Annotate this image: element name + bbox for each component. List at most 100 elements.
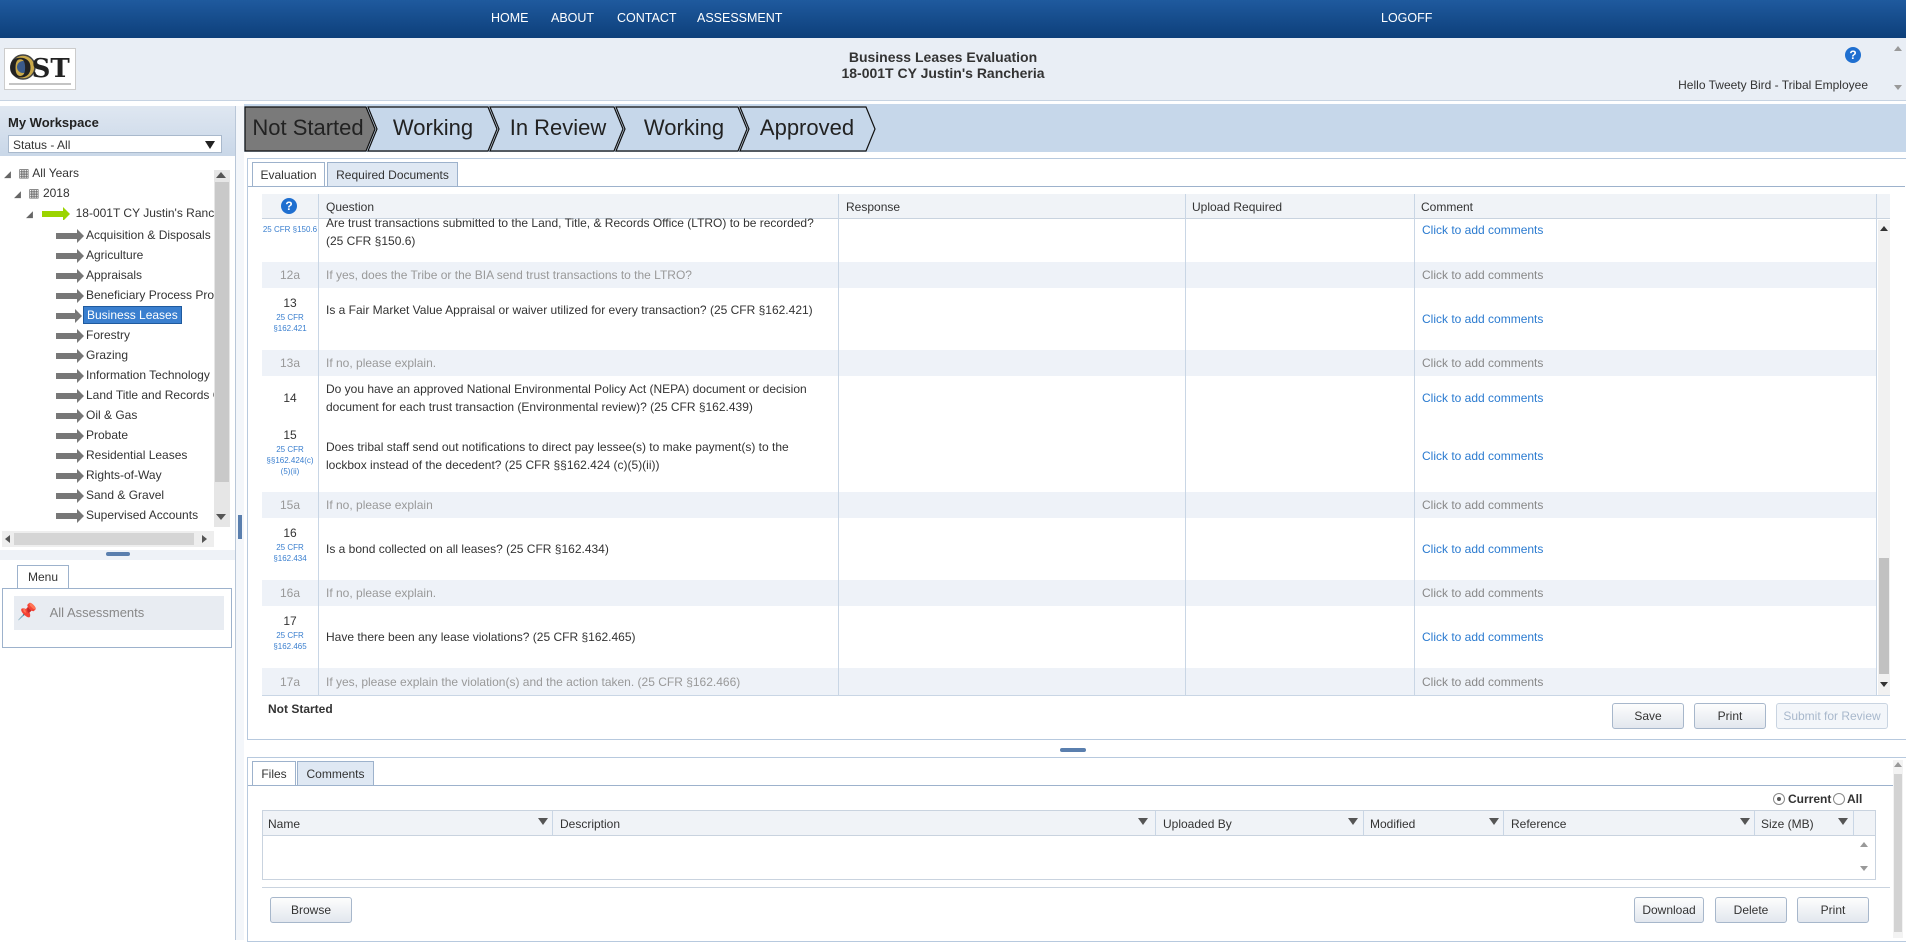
tree-item-information-technology[interactable]: Information Technology — [56, 366, 210, 384]
add-comment-link[interactable]: Click to add comments — [1422, 268, 1543, 282]
tree-node-assessment[interactable]: ◢ 18-001T CY Justin's Ranch — [26, 206, 214, 220]
help-icon[interactable]: ? — [1845, 47, 1861, 63]
scroll-left-icon[interactable] — [5, 535, 10, 543]
add-comment-link[interactable]: Click to add comments — [1422, 391, 1543, 405]
files-column-reference[interactable]: Reference — [1511, 817, 1566, 831]
add-comment-link[interactable]: Click to add comments — [1422, 449, 1543, 463]
tree-item-probate[interactable]: Probate — [56, 426, 128, 444]
scroll-right-icon[interactable] — [202, 535, 207, 543]
tree-vertical-scrollbar[interactable] — [214, 170, 230, 527]
tree-item-supervised-accounts[interactable]: Supervised Accounts — [56, 506, 198, 524]
tab-required-documents[interactable]: Required Documents — [327, 162, 458, 187]
filter-icon[interactable] — [538, 818, 548, 825]
save-button[interactable]: Save — [1612, 703, 1684, 729]
print-button[interactable]: Print — [1694, 703, 1766, 729]
tree-item-agriculture[interactable]: Agriculture — [56, 246, 143, 264]
grid-vertical-scrollbar[interactable] — [1878, 220, 1890, 695]
column-divider — [1363, 811, 1364, 835]
files-column-size[interactable]: Size (MB) — [1761, 817, 1814, 831]
filter-icon[interactable] — [1838, 818, 1848, 825]
filter-icon[interactable] — [1348, 818, 1358, 825]
step-working-2: Working — [643, 115, 725, 140]
column-header-question[interactable]: Question — [326, 200, 374, 214]
filter-icon[interactable] — [1740, 818, 1750, 825]
files-column-name[interactable]: Name — [268, 817, 300, 831]
tree-horizontal-scrollbar[interactable] — [2, 531, 214, 547]
column-header-response[interactable]: Response — [846, 200, 900, 214]
cfr-reference-link[interactable]: 25 CFR §162.465 — [262, 630, 318, 652]
tab-comments[interactable]: Comments — [297, 761, 374, 786]
scroll-thumb[interactable] — [215, 182, 229, 482]
grid-help-icon[interactable]: ? — [281, 198, 297, 214]
submit-for-review-button[interactable]: Submit for Review — [1776, 703, 1888, 729]
divider-handle[interactable] — [238, 515, 242, 539]
tree-item-land-title-and-records-c[interactable]: Land Title and Records C — [56, 386, 214, 404]
scroll-up-icon[interactable] — [216, 172, 226, 178]
tree-item-residential-leases[interactable]: Residential Leases — [56, 446, 187, 464]
download-button[interactable]: Download — [1634, 897, 1704, 923]
column-header-comment[interactable]: Comment — [1421, 200, 1473, 214]
scroll-thumb[interactable] — [1879, 558, 1889, 674]
tree-item-appraisals[interactable]: Appraisals — [56, 266, 142, 284]
tree-item-oil-gas[interactable]: Oil & Gas — [56, 406, 137, 424]
arrow-right-icon — [56, 308, 82, 323]
status-filter-select[interactable]: Status - All — [8, 135, 222, 153]
scroll-down-icon[interactable] — [1860, 866, 1868, 871]
tab-evaluation[interactable]: Evaluation — [252, 162, 325, 187]
add-comment-link[interactable]: Click to add comments — [1422, 356, 1543, 370]
files-panel-scrollbar[interactable] — [1893, 760, 1903, 938]
cfr-reference-link[interactable]: 25 CFR §162.421 — [262, 312, 318, 334]
radio-all[interactable] — [1833, 793, 1845, 805]
nav-about-link[interactable]: ABOUT — [551, 11, 594, 25]
menu-tab[interactable]: Menu — [17, 565, 69, 588]
all-assessments-menu-item[interactable]: 📌 All Assessments — [14, 596, 224, 630]
cfr-reference-link[interactable]: 25 CFR §162.434 — [262, 542, 318, 564]
collapse-icon[interactable]: ◢ — [4, 169, 11, 179]
cfr-reference-link[interactable]: 25 CFR §§162.424(c)(5)(ii) — [262, 444, 318, 477]
browse-button[interactable]: Browse — [270, 897, 352, 923]
splitter[interactable] — [0, 550, 235, 560]
filter-icon[interactable] — [1489, 818, 1499, 825]
scroll-down-icon[interactable] — [216, 514, 226, 520]
tree-item-grazing[interactable]: Grazing — [56, 346, 128, 364]
tree-node-all-years[interactable]: ◢ ▦ All Years — [4, 166, 79, 180]
add-comment-link[interactable]: Click to add comments — [1422, 498, 1543, 512]
files-column-modified[interactable]: Modified — [1370, 817, 1415, 831]
add-comment-link[interactable]: Click to add comments — [1422, 223, 1543, 237]
scroll-thumb[interactable] — [14, 533, 194, 545]
nav-assessment-link[interactable]: ASSESSMENT — [697, 11, 782, 25]
tree-item-acquisition-disposals[interactable]: Acquisition & Disposals — [56, 226, 211, 244]
scroll-up-icon[interactable] — [1860, 842, 1868, 847]
panel-splitter-handle[interactable] — [1060, 748, 1086, 752]
nav-logoff-link[interactable]: LOGOFF — [1381, 11, 1432, 25]
tree-item-rights-of-way[interactable]: Rights-of-Way — [56, 466, 162, 484]
collapse-icon[interactable]: ◢ — [26, 209, 33, 219]
evaluation-status: Not Started — [268, 702, 333, 716]
filter-icon[interactable] — [1138, 818, 1148, 825]
files-column-description[interactable]: Description — [560, 817, 620, 831]
scroll-down-icon[interactable] — [1880, 682, 1888, 687]
tree-item-sand-gravel[interactable]: Sand & Gravel — [56, 486, 164, 504]
header-scrollbar[interactable] — [1894, 46, 1902, 96]
files-column-uploaded-by[interactable]: Uploaded By — [1163, 817, 1232, 831]
column-divider — [1155, 811, 1156, 835]
nav-home-link[interactable]: HOME — [491, 11, 529, 25]
tab-files[interactable]: Files — [252, 761, 296, 786]
files-print-button[interactable]: Print — [1797, 897, 1869, 923]
radio-current[interactable] — [1773, 793, 1785, 805]
add-comment-link[interactable]: Click to add comments — [1422, 312, 1543, 326]
scroll-up-icon[interactable] — [1880, 226, 1888, 231]
add-comment-link[interactable]: Click to add comments — [1422, 542, 1543, 556]
add-comment-link[interactable]: Click to add comments — [1422, 630, 1543, 644]
nav-contact-link[interactable]: CONTACT — [617, 11, 677, 25]
tree-item-business-leases[interactable]: Business Leases — [56, 306, 182, 324]
tree-node-2018[interactable]: ◢ ▦ 2018 — [14, 186, 70, 200]
add-comment-link[interactable]: Click to add comments — [1422, 586, 1543, 600]
collapse-icon[interactable]: ◢ — [14, 189, 21, 199]
tree-item-forestry[interactable]: Forestry — [56, 326, 130, 344]
column-header-upload-required[interactable]: Upload Required — [1192, 200, 1282, 214]
tree-item-beneficiary-process-prog[interactable]: Beneficiary Process Prog — [56, 286, 214, 304]
cfr-reference-link[interactable]: 25 CFR §150.6 — [262, 224, 318, 235]
delete-button[interactable]: Delete — [1715, 897, 1787, 923]
add-comment-link[interactable]: Click to add comments — [1422, 675, 1543, 689]
